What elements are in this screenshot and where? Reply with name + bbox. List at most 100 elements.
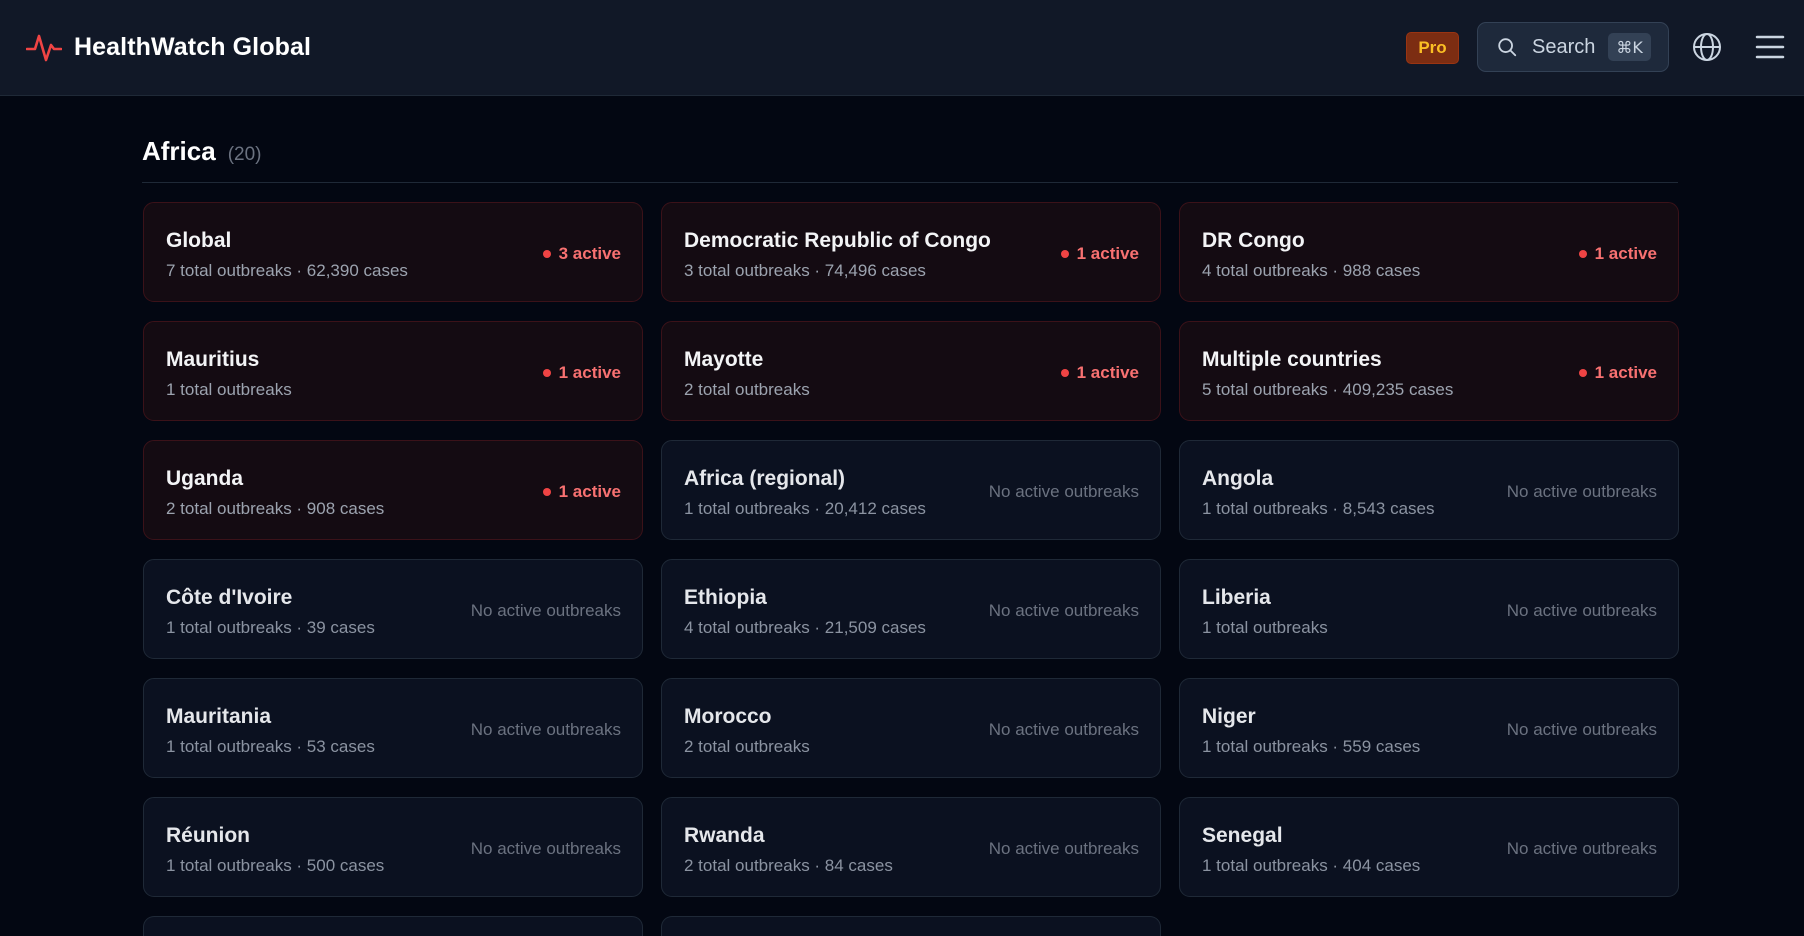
- inactive-status: No active outbreaks: [1507, 720, 1657, 740]
- country-card-partial[interactable]: [661, 916, 1161, 936]
- outbreak-stats: 1 total outbreaks · 559 cases: [1202, 737, 1421, 756]
- status-dot-icon: [1578, 250, 1587, 258]
- status-label: No active outbreaks: [988, 839, 1139, 858]
- inactive-status: No active outbreaks: [989, 482, 1139, 502]
- status-label: No active outbreaks: [988, 720, 1139, 739]
- country-card-partial[interactable]: [143, 916, 643, 936]
- inactive-status: No active outbreaks: [1507, 482, 1657, 502]
- status-label: No active outbreaks: [988, 601, 1139, 620]
- outbreak-stats: 1 total outbreaks · 20,412 cases: [684, 499, 926, 518]
- outbreak-stats: 1 total outbreaks · 8,543 cases: [1202, 499, 1435, 518]
- status-label: 3 active: [558, 244, 621, 263]
- country-card[interactable]: Niger 1 total outbreaks · 559 cases No act…: [1179, 678, 1679, 778]
- globe-icon[interactable]: [1691, 31, 1723, 63]
- country-card[interactable]: Rwanda 2 total outbreaks · 84 cases No act…: [661, 797, 1161, 897]
- inactive-status: No active outbreaks: [1507, 839, 1657, 859]
- country-name: Democratic Republic of Congo: [684, 229, 991, 252]
- country-card[interactable]: Multiple countries 5 total outbreaks · 40…: [1179, 321, 1679, 421]
- outbreak-stats: 2 total outbreaks · 908 cases: [166, 499, 385, 518]
- inactive-status: No active outbreaks: [471, 839, 621, 859]
- status-dot-icon: [542, 488, 551, 496]
- country-card[interactable]: Réunion 1 total outbreaks · 500 cases No a…: [143, 797, 643, 897]
- outbreak-stats: 3 total outbreaks · 74,496 cases: [684, 261, 926, 280]
- inactive-status: No active outbreaks: [989, 601, 1139, 621]
- status-label: No active outbreaks: [470, 839, 621, 858]
- status-label: No active outbreaks: [1506, 482, 1657, 501]
- search-button[interactable]: Search ⌘K: [1477, 22, 1669, 72]
- country-card[interactable]: Angola 1 total outbreaks · 8,543 cases No …: [1179, 440, 1679, 540]
- active-status-badge: 1 active: [1578, 244, 1657, 264]
- outbreak-stats: 2 total outbreaks: [684, 380, 810, 399]
- country-card[interactable]: Democratic Republic of Congo 3 total outb…: [661, 202, 1161, 302]
- app-title: HealthWatch Global: [74, 32, 312, 61]
- outbreak-stats: 4 total outbreaks · 988 cases: [1202, 261, 1421, 280]
- country-card[interactable]: Liberia 1 total outbreaks No active outbre…: [1179, 559, 1679, 659]
- status-label: 1 active: [1594, 363, 1657, 382]
- outbreak-stats: 2 total outbreaks: [684, 737, 810, 756]
- inactive-status: No active outbreaks: [989, 720, 1139, 740]
- inactive-status: No active outbreaks: [471, 720, 621, 740]
- outbreak-stats: 1 total outbreaks · 404 cases: [1202, 856, 1421, 875]
- country-name: Ethiopia: [684, 586, 767, 609]
- country-name: Morocco: [684, 705, 772, 728]
- country-name: Liberia: [1202, 586, 1271, 609]
- status-dot-icon: [1060, 250, 1069, 258]
- status-label: 1 active: [558, 363, 621, 382]
- country-card[interactable]: Mauritius 1 total outbreaks 1 active: [143, 321, 643, 421]
- status-dot-icon: [1060, 369, 1069, 377]
- outbreak-stats: 2 total outbreaks · 84 cases: [684, 856, 893, 875]
- country-name: DR Congo: [1202, 229, 1305, 252]
- country-card[interactable]: Ethiopia 4 total outbreaks · 21,509 cases…: [661, 559, 1161, 659]
- country-name: Multiple countries: [1202, 348, 1382, 371]
- status-label: 1 active: [1594, 244, 1657, 263]
- app-header: HealthWatch Global Pro Search ⌘K: [0, 0, 1804, 96]
- inactive-status: No active outbreaks: [989, 839, 1139, 859]
- pulse-icon: [26, 34, 62, 62]
- active-status-badge: 1 active: [1060, 244, 1139, 264]
- country-name: Rwanda: [684, 824, 765, 847]
- inactive-status: No active outbreaks: [471, 601, 621, 621]
- active-status-badge: 1 active: [1578, 363, 1657, 383]
- country-card[interactable]: DR Congo 4 total outbreaks · 988 cases 1 a…: [1179, 202, 1679, 302]
- country-name: Côte d'Ivoire: [166, 586, 293, 609]
- country-card[interactable]: Côte d'Ivoire 1 total outbreaks · 39 case…: [143, 559, 643, 659]
- status-label: No active outbreaks: [470, 720, 621, 739]
- country-card[interactable]: Mayotte 2 total outbreaks 1 active: [661, 321, 1161, 421]
- brand[interactable]: HealthWatch Global: [26, 28, 311, 66]
- outbreak-stats: 7 total outbreaks · 62,390 cases: [166, 261, 408, 280]
- country-card[interactable]: Uganda 2 total outbreaks · 908 cases 1 act…: [143, 440, 643, 540]
- country-name: Mauritania: [166, 705, 272, 728]
- active-status-badge: 3 active: [542, 244, 621, 264]
- outbreak-stats: 4 total outbreaks · 21,509 cases: [684, 618, 926, 637]
- country-card[interactable]: Morocco 2 total outbreaks No active outbre…: [661, 678, 1161, 778]
- status-label: 1 active: [1076, 244, 1139, 263]
- menu-icon[interactable]: [1754, 31, 1786, 63]
- status-label: No active outbreaks: [1506, 720, 1657, 739]
- pro-badge[interactable]: Pro: [1406, 32, 1459, 64]
- country-name: Senegal: [1202, 824, 1283, 847]
- outbreak-stats: 1 total outbreaks: [166, 380, 292, 399]
- status-label: No active outbreaks: [1506, 601, 1657, 620]
- outbreak-stats: 1 total outbreaks · 53 cases: [166, 737, 375, 756]
- active-status-badge: 1 active: [542, 482, 621, 502]
- country-card[interactable]: Mauritania 1 total outbreaks · 53 cases No…: [143, 678, 643, 778]
- country-card[interactable]: Africa (regional) 1 total outbreaks · 20,…: [661, 440, 1161, 540]
- country-name: Uganda: [166, 467, 244, 490]
- status-dot-icon: [542, 250, 551, 258]
- active-status-badge: 1 active: [542, 363, 621, 383]
- status-label: No active outbreaks: [470, 601, 621, 620]
- region-heading: Africa (20): [142, 136, 262, 167]
- country-name: Global: [166, 229, 232, 252]
- inactive-status: No active outbreaks: [1507, 601, 1657, 621]
- active-status-badge: 1 active: [1060, 363, 1139, 383]
- status-dot-icon: [542, 369, 551, 377]
- country-card[interactable]: Senegal 1 total outbreaks · 404 cases No a…: [1179, 797, 1679, 897]
- country-name: Réunion: [166, 824, 250, 847]
- country-name: Niger: [1202, 705, 1256, 728]
- region-title: Africa: [142, 136, 216, 166]
- country-name: Mayotte: [684, 348, 764, 371]
- outbreak-stats: 1 total outbreaks · 500 cases: [166, 856, 385, 875]
- outbreak-stats: 1 total outbreaks: [1202, 618, 1328, 637]
- country-card[interactable]: Global 7 total outbreaks · 62,390 cases 3 …: [143, 202, 643, 302]
- region-count: (20): [227, 144, 262, 165]
